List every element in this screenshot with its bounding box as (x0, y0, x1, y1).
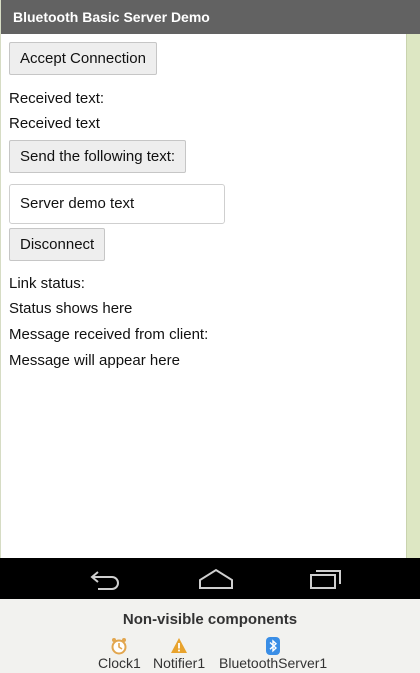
clock-icon (110, 637, 128, 655)
component-clock1[interactable]: Clock1 (98, 637, 141, 671)
app-title: Bluetooth Basic Server Demo (13, 9, 210, 25)
phone-preview: Bluetooth Basic Server Demo Accept Conne… (0, 0, 420, 599)
home-icon[interactable] (198, 568, 234, 590)
android-nav-bar (0, 558, 420, 599)
app-screen: Accept Connection Received text: Receive… (1, 34, 406, 558)
send-text-button[interactable]: Send the following text: (9, 140, 187, 173)
app-title-bar: Bluetooth Basic Server Demo (1, 0, 420, 34)
link-status-heading: Link status: (9, 275, 85, 292)
component-notifier1[interactable]: Notifier1 (153, 637, 205, 671)
received-text-value: Received text (9, 115, 100, 132)
bluetooth-icon (264, 637, 282, 655)
component-name: Notifier1 (153, 655, 206, 671)
message-heading: Message received from client: (9, 326, 209, 343)
send-text-input[interactable]: Server demo text (9, 184, 225, 224)
back-icon[interactable] (88, 568, 124, 590)
accept-connection-button[interactable]: Accept Connection (9, 42, 157, 75)
non-visible-components-panel: Non-visible components Clock1 Notifier1 … (0, 599, 420, 673)
component-name: BluetoothServer1 (219, 655, 328, 671)
recent-apps-icon[interactable] (308, 568, 344, 590)
side-strip (406, 34, 420, 558)
warning-icon (170, 637, 188, 655)
component-name: Clock1 (98, 655, 141, 671)
link-status-value: Status shows here (9, 300, 133, 317)
component-bluetoothserver1[interactable]: BluetoothServer1 (219, 637, 327, 671)
received-text-heading: Received text: (9, 90, 105, 107)
message-value: Message will appear here (9, 352, 180, 369)
non-visible-title: Non-visible components (122, 611, 298, 628)
disconnect-button[interactable]: Disconnect (9, 228, 106, 261)
